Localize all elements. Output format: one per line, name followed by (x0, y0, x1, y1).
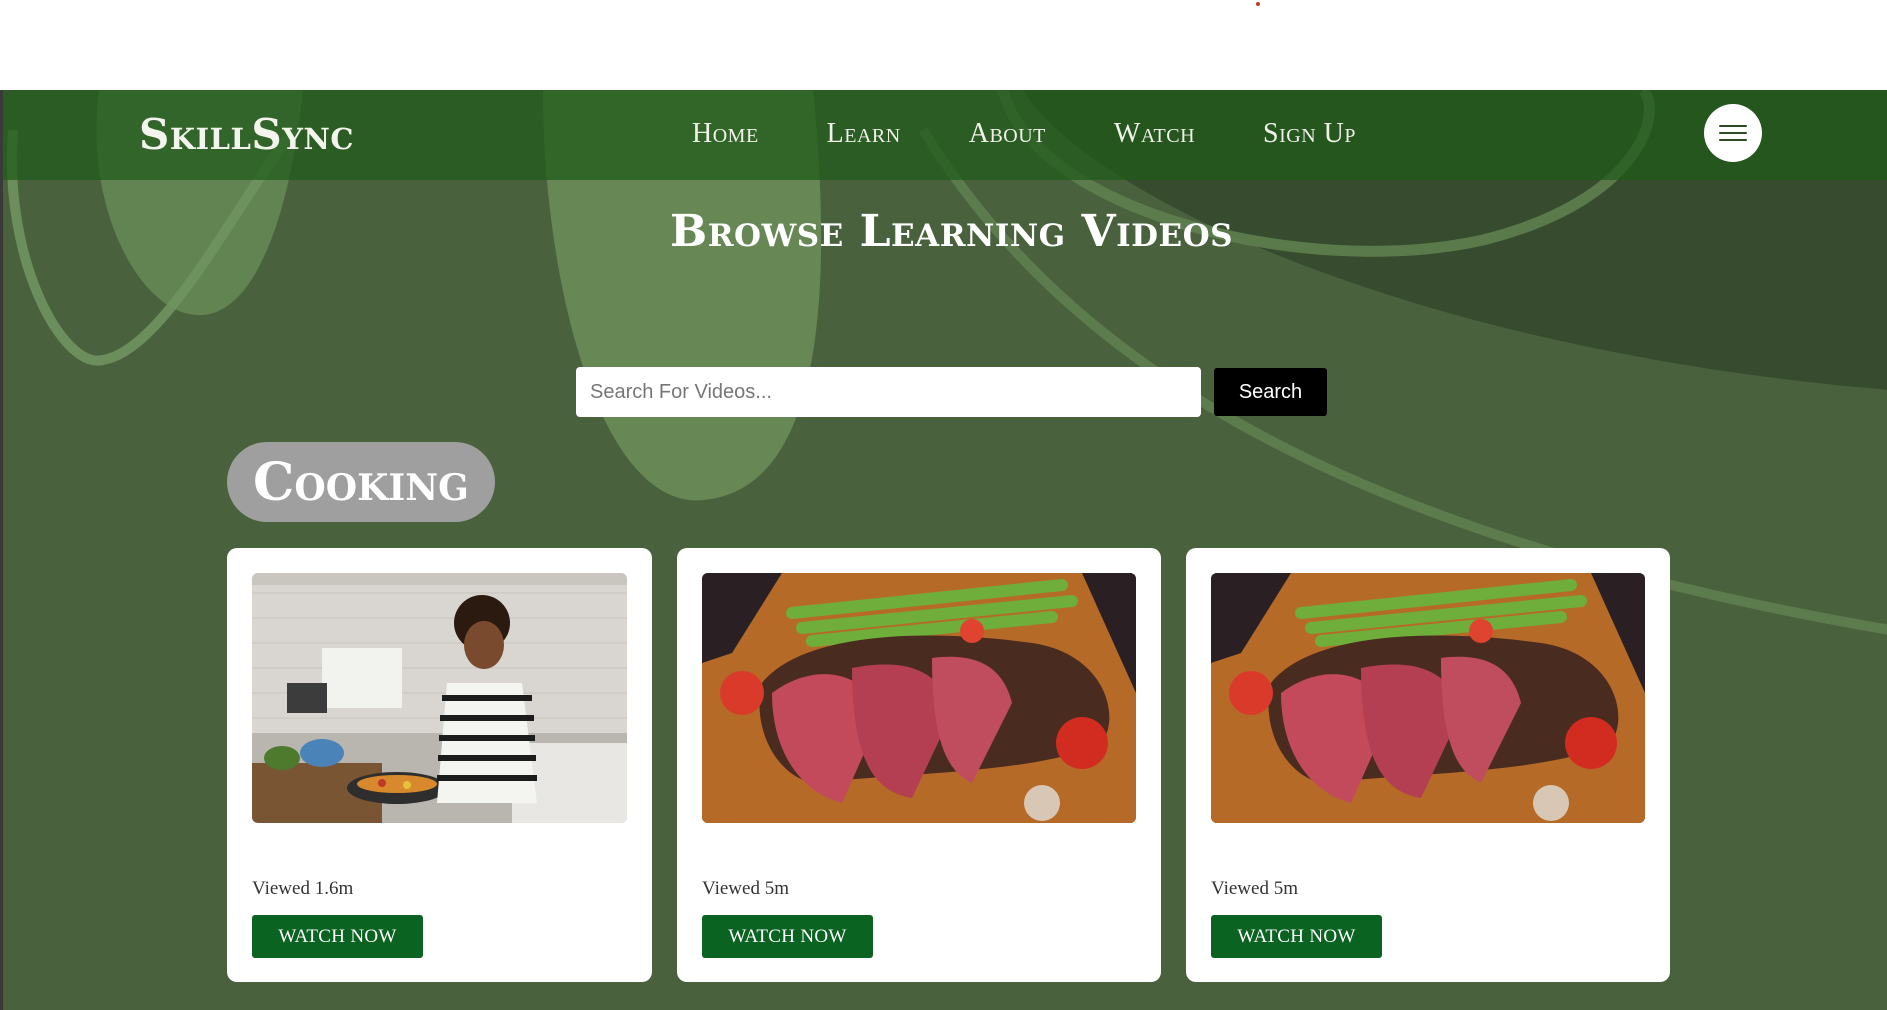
nav-watch[interactable]: Watch (1114, 118, 1195, 150)
nav-about[interactable]: About (969, 118, 1046, 150)
nav-sign-up[interactable]: Sign Up (1263, 118, 1356, 150)
nav-home[interactable]: Home (692, 118, 759, 150)
hamburger-menu-icon (1719, 139, 1747, 141)
hamburger-menu-icon (1719, 132, 1747, 134)
video-thumbnail[interactable] (1211, 573, 1645, 823)
video-thumbnail[interactable] (252, 573, 627, 823)
watch-now-button[interactable]: WATCH NOW (1211, 915, 1382, 958)
category-heading: Cooking (227, 442, 495, 522)
woman-cooking-thumbnail (252, 573, 627, 823)
steak-thumbnail (1211, 573, 1645, 823)
video-card: Viewed 5m WATCH NOW (677, 548, 1161, 982)
nav-learn[interactable]: Learn (827, 118, 901, 150)
video-thumbnail[interactable] (702, 573, 1136, 823)
brand-logo[interactable]: SkillSync (139, 110, 354, 159)
search-input[interactable] (576, 367, 1201, 417)
search-button[interactable]: Search (1214, 368, 1327, 416)
video-card: Viewed 1.6m WATCH NOW (227, 548, 652, 982)
main-nav: Home Learn About Watch Sign Up (692, 118, 1424, 150)
indicator-dot (1256, 2, 1260, 6)
watch-now-button[interactable]: WATCH NOW (702, 915, 873, 958)
page-title: Browse Learning Videos (670, 206, 1233, 257)
menu-button[interactable] (1704, 104, 1762, 162)
view-count: Viewed 1.6m (252, 878, 354, 899)
main-section: SkillSync Home Learn About Watch Sign Up… (0, 90, 1887, 1010)
steak-thumbnail (702, 573, 1136, 823)
hamburger-menu-icon (1719, 125, 1747, 127)
top-navigation-bar: SkillSync Home Learn About Watch Sign Up (3, 90, 1887, 180)
video-card: Viewed 5m WATCH NOW (1186, 548, 1670, 982)
watch-now-button[interactable]: WATCH NOW (252, 915, 423, 958)
view-count: Viewed 5m (702, 878, 789, 899)
view-count: Viewed 5m (1211, 878, 1298, 899)
